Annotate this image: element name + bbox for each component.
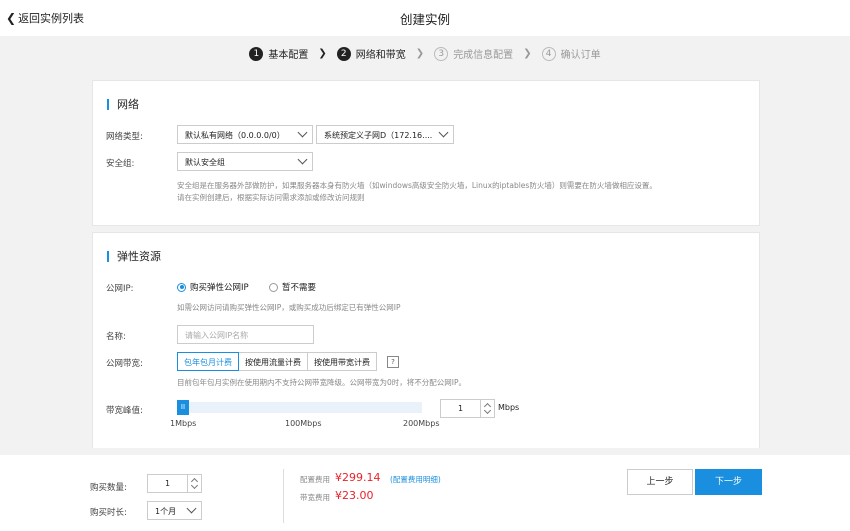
bandwidth-fee-value: ¥23.00 [335,489,374,502]
quantity-label: 购买数量: [90,483,127,493]
security-group-label: 安全组: [106,159,135,169]
subnet-value: 系统预定义子网D（172.16.... [324,131,433,140]
chevron-down-icon [297,154,308,165]
billing-traffic-button[interactable]: 按使用流量计费 [238,352,308,371]
security-group-value: 默认安全组 [185,158,225,167]
peak-bandwidth-unit: Mbps [498,403,520,412]
public-ip-hint: 如需公网访问请购买弹性公网IP，或购买成功后绑定已有弹性公网IP [177,303,401,312]
step-4-label: 确认订单 [560,50,601,61]
slider-tick-min: 1Mbps [170,419,197,428]
vpc-value: 默认私有网络（0.0.0.0/0） [185,131,285,140]
eip-section-title: 弹性资源 [107,251,161,262]
step-3: 3 完成信息配置 [434,46,513,61]
top-bar: ❮ 返回实例列表 创建实例 [0,0,850,36]
radio-selected-icon [177,282,186,292]
step-2-number: 2 [336,46,351,61]
step-1-label: 基本配置 [268,50,309,61]
duration-select[interactable]: 1个月 [147,501,202,520]
previous-step-button[interactable]: 上一步 [627,469,693,495]
stepper: 1 基本配置 ❯ 2 网络和带宽 ❯ 3 完成信息配置 ❯ 4 确认订单 [0,46,850,66]
config-fee-detail-link[interactable]: (配置费用明细) [390,474,441,485]
chevron-down-icon[interactable] [190,481,199,490]
bandwidth-hint: 目前包年包月实例在使用期内不支持公网带宽降级。公网带宽为0时，将不分配公网IP。 [177,378,467,387]
radio-buy-eip[interactable]: 购买弹性公网IP [177,281,249,293]
chevron-right-icon: ❯ [318,48,327,59]
step-1-number: 1 [249,46,264,61]
billing-bandwidth-button[interactable]: 按使用带宽计费 [307,352,377,371]
quantity-stepper[interactable]: 1 [147,474,202,493]
chevron-right-icon: ❯ [415,48,425,59]
security-group-hint-2: 请在实例创建后，根据实际访问需求添加或修改访问规则 [177,193,365,202]
eip-name-label: 名称: [106,332,126,342]
bandwidth-slider-handle[interactable]: II [177,400,189,415]
radio-no-eip[interactable]: 暂不需要 [269,281,316,293]
footer-divider [283,469,284,523]
radio-buy-eip-label: 购买弹性公网IP [190,283,249,293]
subnet-select[interactable]: 系统预定义子网D（172.16.... [316,125,454,144]
step-4-number: 4 [541,46,556,61]
quantity-value: 1 [164,479,171,488]
peak-bandwidth-value: 1 [457,404,464,413]
page-title: 创建实例 [399,12,450,27]
vpc-select[interactable]: 默认私有网络（0.0.0.0/0） [177,125,313,144]
help-icon[interactable]: ? [387,356,399,368]
next-step-button[interactable]: 下一步 [695,469,762,495]
duration-value: 1个月 [155,507,177,516]
config-fee-value: ¥299.14 [335,471,381,484]
step-1: 1 基本配置 [249,46,308,61]
network-type-label: 网络类型: [106,132,143,142]
step-2: 2 网络和带宽 [336,46,406,61]
bandwidth-slider-track[interactable] [177,402,422,413]
billing-segmented: 包年包月计费 按使用流量计费 按使用带宽计费 [177,352,377,371]
radio-unselected-icon [269,282,278,292]
public-ip-label: 公网IP: [106,284,134,294]
eip-name-placeholder: 请输入公网IP名称 [185,331,249,340]
bandwidth-label: 公网带宽: [106,359,143,369]
network-section-title: 网络 [107,99,139,110]
step-3-label: 完成信息配置 [453,50,514,61]
config-fee-label: 配置费用 [300,475,330,484]
chevron-down-icon [438,127,449,138]
peak-bandwidth-label: 带宽峰值: [106,406,143,416]
chevron-down-icon[interactable] [483,406,492,415]
peak-bandwidth-stepper[interactable]: 1 [440,399,495,418]
step-3-number: 3 [434,46,449,61]
stepper-arrows[interactable] [480,400,494,417]
eip-name-input[interactable]: 请输入公网IP名称 [177,325,314,344]
step-4: 4 确认订单 [541,46,601,61]
billing-monthly-button[interactable]: 包年包月计费 [177,352,239,371]
chevron-down-icon [186,503,197,514]
security-group-hint-1: 安全组是在服务器外部做防护，如果服务器本身有防火墙（如windows高级安全防火… [177,181,657,190]
step-2-label: 网络和带宽 [355,50,406,61]
radio-no-eip-label: 暂不需要 [282,283,317,293]
slider-tick-max: 200Mbps [403,419,440,428]
chevron-down-icon [297,127,308,138]
duration-label: 购买时长: [90,508,127,518]
stepper-arrows[interactable] [187,475,201,492]
slider-tick-mid: 100Mbps [285,419,322,428]
security-group-select[interactable]: 默认安全组 [177,152,313,171]
bandwidth-fee-label: 带宽费用 [300,493,330,502]
chevron-right-icon: ❯ [523,48,532,59]
